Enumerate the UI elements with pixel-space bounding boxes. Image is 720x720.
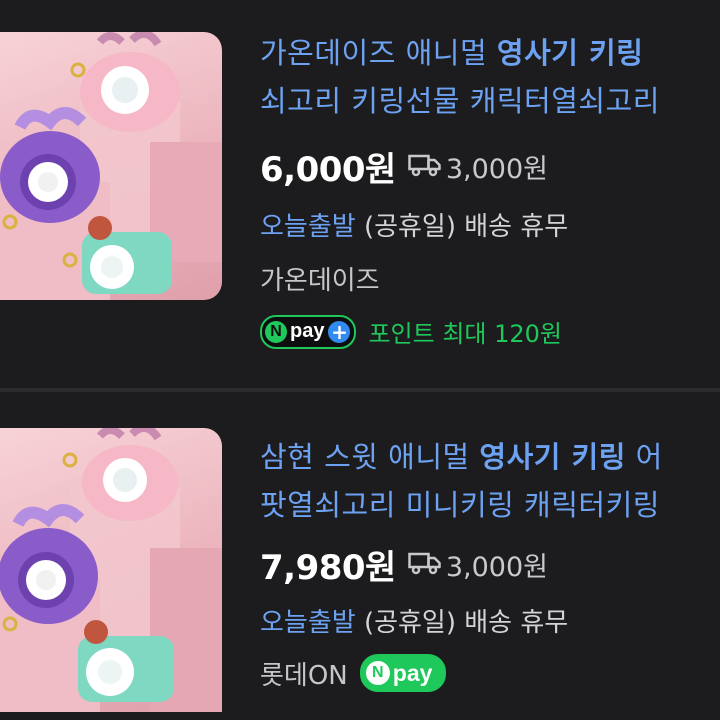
- delivery-truck-icon: [408, 550, 442, 580]
- product-listing[interactable]: 가온데이즈 애니멀 영사기 키링 쇠고리 키링선물 캐릭터열쇠고리 6,000원…: [0, 0, 720, 388]
- price-row: 7,980원 3,000원: [260, 540, 548, 589]
- delivery-info: 오늘출발 (공휴일) 배송 휴무: [260, 608, 569, 638]
- projector-keyring-photo: [0, 428, 222, 712]
- product-title[interactable]: 삼현 스윗 애니멀 영사기 키링 어: [260, 434, 663, 476]
- product-thumbnail[interactable]: [0, 428, 222, 712]
- product-price: 7,980원: [260, 548, 396, 588]
- plus-icon: +: [328, 320, 351, 343]
- delivery-info: 오늘출발 (공휴일) 배송 휴무: [260, 212, 569, 242]
- product-listing[interactable]: 삼현 스윗 애니멀 영사기 키링 어 팟열쇠고리 미니키링 캐릭터키링 7,98…: [0, 392, 720, 720]
- seller-row: 롯데ON N pay: [260, 654, 447, 692]
- seller-name[interactable]: 가온데이즈: [260, 260, 380, 297]
- product-title-line2[interactable]: 팟열쇠고리 미니키링 캐릭터키링: [260, 482, 660, 524]
- naver-pay-badge-icon: N pay +: [260, 314, 357, 349]
- product-title[interactable]: 가온데이즈 애니멀 영사기 키링: [260, 30, 643, 72]
- shipping-fee: 3,000원: [445, 154, 548, 185]
- projector-keyring-photo: [0, 32, 222, 300]
- n-logo-icon: N: [365, 661, 390, 685]
- today-dispatch-tag: 오늘출발: [260, 608, 356, 638]
- seller-name[interactable]: 롯데ON: [260, 655, 348, 692]
- product-price: 6,000원: [260, 150, 396, 190]
- npay-row: N pay + 포인트 최대 120원: [260, 314, 562, 349]
- today-dispatch-tag: 오늘출발: [260, 212, 356, 242]
- shipping-fee: 3,000원: [445, 552, 548, 583]
- naver-pay-badge-icon: N pay: [359, 654, 447, 692]
- delivery-truck-icon: [408, 152, 442, 182]
- points-info: 포인트 최대 120원: [368, 320, 563, 348]
- product-thumbnail[interactable]: [0, 32, 222, 300]
- product-title-line2[interactable]: 쇠고리 키링선물 캐릭터열쇠고리: [260, 78, 660, 120]
- n-logo-icon: N: [265, 320, 287, 343]
- price-row: 6,000원 3,000원: [260, 142, 548, 191]
